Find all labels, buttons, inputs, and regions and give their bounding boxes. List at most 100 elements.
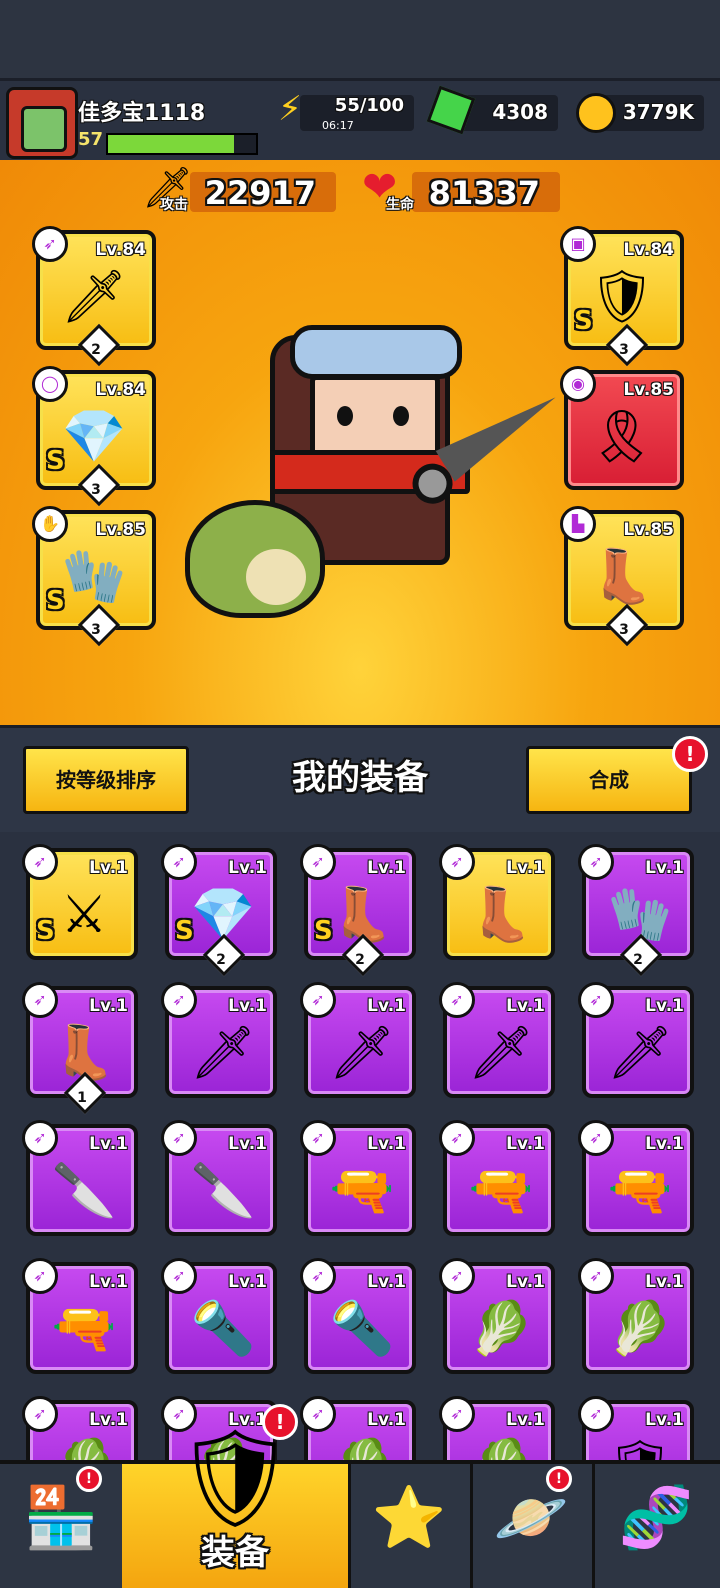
- alert-badge: !: [262, 1404, 298, 1440]
- kunai-icon: 🗡: [606, 1023, 673, 1083]
- necklace-icon: ◯: [32, 366, 68, 402]
- star-count: 2: [91, 342, 101, 358]
- merge-button[interactable]: 合成: [526, 746, 692, 814]
- hero-slot-2[interactable]: ✋ 🧤 Lv.85 S 3: [32, 506, 156, 647]
- item-level: Lv.1: [645, 858, 684, 878]
- energy-box[interactable]: ⚡ 55/100 06:17: [278, 89, 414, 132]
- torch-icon: 🔦: [190, 1299, 256, 1359]
- nav-battle[interactable]: ⭐: [348, 1464, 473, 1588]
- nav-planet[interactable]: 🪐!: [470, 1464, 595, 1588]
- inventory-item-19[interactable]: ➶ 🥬 Lv.1: [578, 1258, 694, 1374]
- hero-slot-0[interactable]: ➶ 🗡 Lv.84 2: [32, 226, 156, 367]
- battle-icon: ⭐: [371, 1483, 447, 1553]
- inventory-item-3[interactable]: ➶ 👢 Lv.1: [439, 844, 555, 960]
- kunai-icon: 🗡: [467, 1023, 534, 1083]
- inventory-item-0[interactable]: ➶ ⚔ Lv.1 S: [22, 844, 138, 960]
- inventory-item-24[interactable]: ➶🛡Lv.1: [578, 1396, 694, 1460]
- item-level: Lv.1: [367, 996, 406, 1016]
- item-level: Lv.1: [645, 1134, 684, 1154]
- inventory-item-6[interactable]: ➶ 🗡 Lv.1: [161, 982, 277, 1098]
- gauntlet-icon: 🧤: [61, 547, 127, 607]
- leaf-armor-icon: 🥬: [44, 1432, 124, 1460]
- item-level: Lv.1: [367, 1272, 406, 1292]
- item-level: Lv.84: [623, 240, 674, 260]
- inventory-item-7[interactable]: ➶ 🗡 Lv.1: [300, 982, 416, 1098]
- nav-equipment[interactable]: 🛡 装备!: [122, 1404, 351, 1588]
- hp-label: 生命: [386, 197, 414, 213]
- inventory-item-9[interactable]: ➶ 🗡 Lv.1: [578, 982, 694, 1098]
- sword-icon: ⚔: [60, 885, 108, 945]
- inventory-item-1[interactable]: ➶ 💎 Lv.1 S 2: [161, 844, 277, 977]
- hp-stat: ❤ 生命 81337: [362, 162, 560, 213]
- kunai-type-icon: ➶: [439, 982, 475, 1018]
- attack-value: 22917: [204, 174, 316, 212]
- kunai-type-icon: ➶: [161, 982, 197, 1018]
- kunai-type-icon: ➶: [578, 982, 614, 1018]
- gem-icon: [426, 85, 476, 135]
- leaf-armor-icon: 🥬: [461, 1432, 541, 1460]
- equipment-header: 按等级排序 我的装备 合成 !: [0, 725, 720, 836]
- coin-box[interactable]: 3779K: [576, 93, 704, 133]
- s-rank-mark: S: [175, 916, 194, 946]
- dna-icon: 🧬: [618, 1483, 694, 1553]
- hero-slot-3[interactable]: ▣ 🛡 Lv.84 S 3: [560, 226, 684, 367]
- inventory-item-4[interactable]: ➶ 🧤 Lv.1 2: [578, 844, 694, 977]
- armor-type-icon: ➶: [578, 1396, 614, 1432]
- nav-dna[interactable]: 🧬: [592, 1464, 720, 1588]
- item-level: Lv.84: [95, 380, 146, 400]
- leaf-armor-type-icon: ➶: [439, 1396, 475, 1432]
- boots-type-icon: ➶: [300, 844, 336, 880]
- revolver-type-icon: ➶: [300, 1120, 336, 1156]
- item-level: Lv.1: [506, 1134, 545, 1154]
- inventory-item-16[interactable]: ➶ 🔦 Lv.1: [161, 1258, 277, 1374]
- inventory-item-8[interactable]: ➶ 🗡 Lv.1: [439, 982, 555, 1098]
- machete-icon: 🔪: [190, 1161, 256, 1221]
- item-level: Lv.1: [228, 858, 267, 878]
- frog-pet[interactable]: [185, 500, 325, 618]
- torch-type-icon: ➶: [300, 1258, 336, 1294]
- belt-icon: ◉: [560, 366, 596, 402]
- alert-badge: !: [546, 1466, 572, 1492]
- armor-icon: ▣: [560, 226, 596, 262]
- item-level: Lv.1: [506, 996, 545, 1016]
- item-level: Lv.1: [506, 858, 545, 878]
- item-level: Lv.1: [367, 1134, 406, 1154]
- coin-value: 3779K: [622, 100, 694, 124]
- planet-icon: 🪐: [493, 1483, 569, 1553]
- hero-slot-4[interactable]: ◉ 🎗 Lv.85: [560, 366, 684, 490]
- inventory-item-18[interactable]: ➶ 🥬 Lv.1: [439, 1258, 555, 1374]
- item-level: Lv.1: [506, 1410, 545, 1430]
- inventory-item-10[interactable]: ➶ 🔪 Lv.1: [22, 1120, 138, 1236]
- inventory-item-23[interactable]: ➶🥬Lv.1: [439, 1396, 555, 1460]
- kunai-icon: ➶: [32, 226, 68, 262]
- star-count: 2: [633, 952, 643, 968]
- equipment-icon: 🛡: [174, 1422, 296, 1534]
- hero-slot-1[interactable]: ◯ 💎 Lv.84 S 3: [32, 366, 156, 507]
- hp-value: 81337: [428, 174, 540, 212]
- item-level: Lv.1: [506, 1272, 545, 1292]
- inventory-item-17[interactable]: ➶ 🔦 Lv.1: [300, 1258, 416, 1374]
- inventory-item-15[interactable]: ➶ 🔫 Lv.1: [22, 1258, 138, 1374]
- leaf-armor-type-icon: ➶: [578, 1258, 614, 1294]
- player-name: 佳多宝1118: [78, 101, 206, 126]
- attack-label: 攻击: [160, 197, 188, 213]
- revolver-type-icon: ➶: [439, 1120, 475, 1156]
- shotgun-type-icon: ➶: [578, 1120, 614, 1156]
- inventory-item-11[interactable]: ➶ 🔪 Lv.1: [161, 1120, 277, 1236]
- inventory-item-12[interactable]: ➶ 🔫 Lv.1: [300, 1120, 416, 1236]
- boots-type-icon: ➶: [439, 844, 475, 880]
- inventory-item-2[interactable]: ➶ 👢 Lv.1 S 2: [300, 844, 416, 977]
- hero-slot-5[interactable]: ▙ 👢 Lv.85 3: [560, 506, 684, 647]
- merge-alert-badge: !: [672, 736, 708, 772]
- star-count: 2: [355, 952, 365, 968]
- gem-box[interactable]: 4308: [426, 85, 558, 135]
- machete-type-icon: ➶: [22, 1120, 58, 1156]
- item-level: Lv.85: [623, 520, 674, 540]
- star-count: 3: [619, 622, 629, 638]
- inventory-item-13[interactable]: ➶ 🔫 Lv.1: [439, 1120, 555, 1236]
- inventory-item-14[interactable]: ➶ 🔫 Lv.1: [578, 1120, 694, 1236]
- nav-shop[interactable]: 🏪!: [0, 1464, 125, 1588]
- inventory-item-5[interactable]: ➶ 👢 Lv.1 1: [22, 982, 138, 1115]
- player-avatar[interactable]: [6, 87, 78, 159]
- star-count: 1: [77, 1090, 87, 1106]
